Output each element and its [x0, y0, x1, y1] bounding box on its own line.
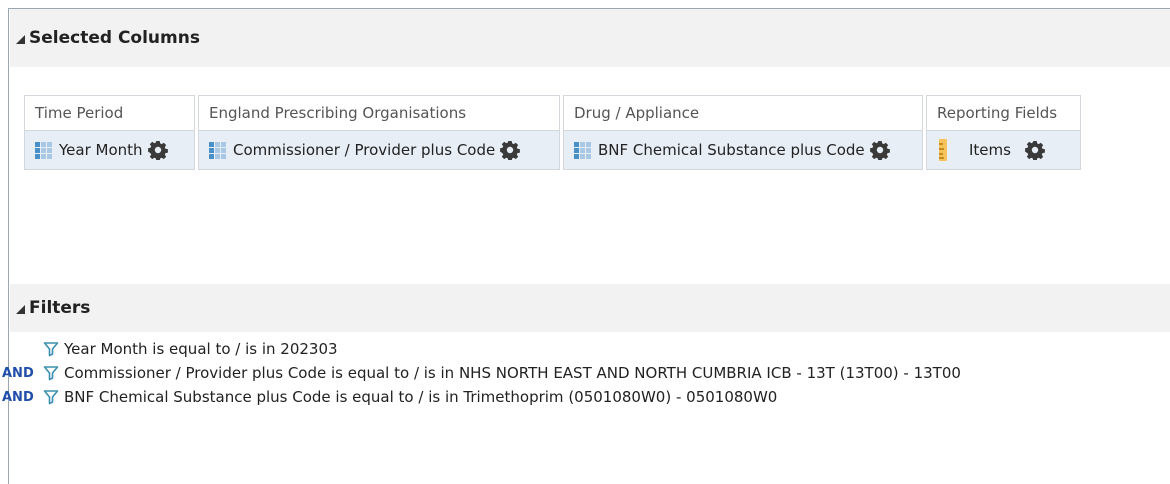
measure-ruler-icon: [939, 139, 947, 161]
column-item-items[interactable]: Items: [927, 131, 1080, 169]
column-group-reporting-fields: Reporting Fields Items: [926, 95, 1081, 170]
gear-icon[interactable]: [1025, 140, 1045, 160]
and-connector[interactable]: AND: [0, 390, 43, 405]
column-group-header: Reporting Fields: [927, 96, 1080, 131]
column-group-header: England Prescribing Organisations: [199, 96, 559, 131]
attribute-grid-icon: [574, 141, 591, 159]
column-item-label: Year Month: [59, 141, 143, 159]
gear-icon[interactable]: [869, 140, 890, 160]
column-item-label: Items: [969, 141, 1011, 159]
collapse-triangle-icon[interactable]: [16, 304, 25, 314]
column-item-year-month[interactable]: Year Month: [25, 131, 194, 169]
column-group-drug-appliance: Drug / Appliance BNF Chemical Substance …: [563, 95, 923, 170]
filter-funnel-icon[interactable]: [43, 365, 59, 381]
filter-row[interactable]: AND BNF Chemical Substance plus Code is …: [0, 385, 961, 409]
selected-columns-title: Selected Columns: [29, 28, 200, 48]
column-group-organisations: England Prescribing Organisations Commis…: [198, 95, 560, 170]
filters-header[interactable]: Filters: [10, 284, 1170, 332]
collapse-triangle-icon[interactable]: [16, 34, 25, 44]
and-connector[interactable]: AND: [0, 366, 43, 381]
filter-row[interactable]: Year Month is equal to / is in 202303: [0, 337, 961, 361]
filters-list: Year Month is equal to / is in 202303 AN…: [0, 337, 961, 409]
column-group-time-period: Time Period Year Month: [24, 95, 195, 170]
filter-funnel-icon[interactable]: [43, 389, 59, 405]
column-item-label: BNF Chemical Substance plus Code: [598, 141, 865, 159]
filter-row[interactable]: AND Commissioner / Provider plus Code is…: [0, 361, 961, 385]
criteria-panel: Selected Columns Time Period Year Month …: [8, 8, 1170, 484]
filter-text: BNF Chemical Substance plus Code is equa…: [64, 388, 778, 406]
column-group-header: Time Period: [25, 96, 194, 131]
filter-funnel-icon[interactable]: [43, 341, 59, 357]
filter-text: Year Month is equal to / is in 202303: [64, 340, 338, 358]
column-group-header: Drug / Appliance: [564, 96, 922, 131]
column-item-bnf-chemical[interactable]: BNF Chemical Substance plus Code: [564, 131, 922, 169]
attribute-grid-icon: [209, 141, 226, 159]
column-item-commissioner[interactable]: Commissioner / Provider plus Code: [199, 131, 559, 169]
filter-text: Commissioner / Provider plus Code is equ…: [64, 364, 961, 382]
attribute-grid-icon: [35, 141, 52, 159]
column-item-label: Commissioner / Provider plus Code: [233, 141, 496, 159]
gear-icon[interactable]: [147, 140, 168, 160]
selected-columns-header[interactable]: Selected Columns: [10, 9, 1170, 67]
filters-title: Filters: [29, 298, 91, 318]
selected-columns-table: Time Period Year Month England Prescribi…: [24, 95, 1081, 170]
gear-icon[interactable]: [500, 140, 521, 160]
